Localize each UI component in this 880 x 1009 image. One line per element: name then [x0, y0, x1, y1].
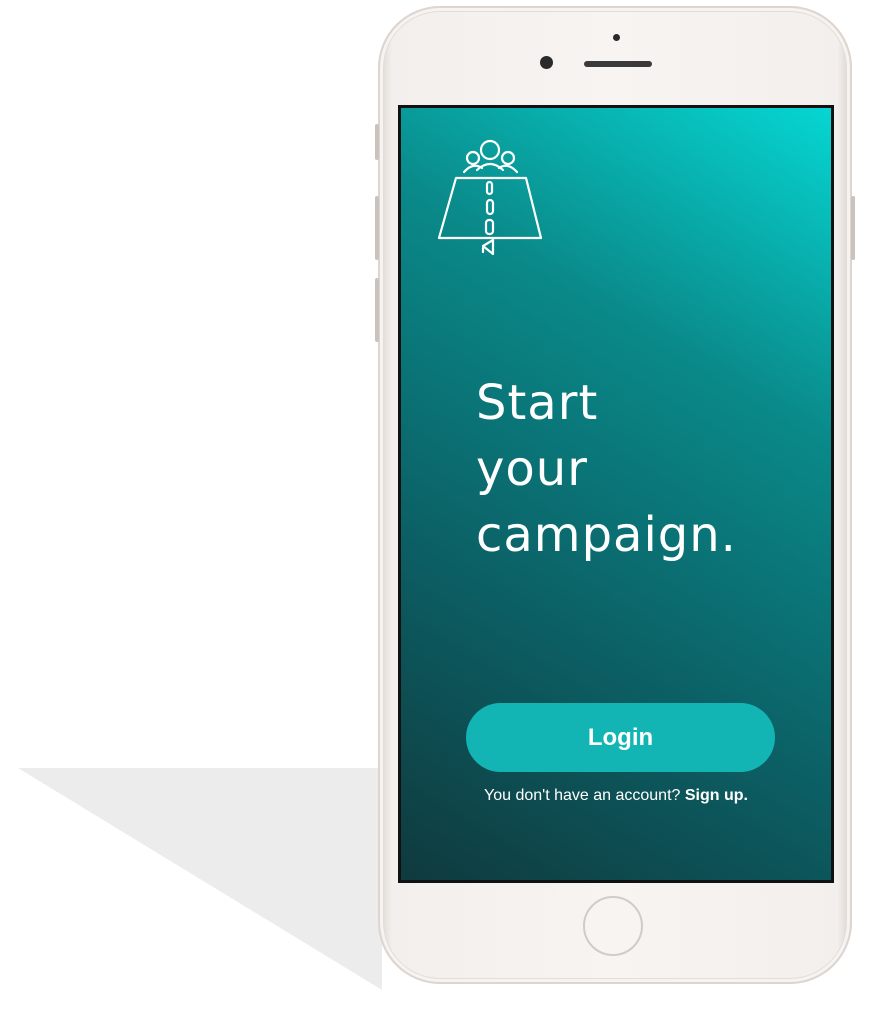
campaign-road-icon — [437, 139, 543, 256]
signup-prompt: You don't have an account? Sign up. — [401, 786, 831, 806]
signup-link[interactable]: Sign up. — [685, 787, 748, 804]
power-button — [851, 196, 855, 260]
splash-screen: Start your campaign. Login You don't hav… — [401, 108, 831, 880]
phone-frame: Start your campaign. Login You don't hav… — [375, 6, 855, 984]
proximity-sensor — [613, 34, 620, 41]
headline-line-2: your — [476, 441, 588, 497]
mockup-stage: Start your campaign. Login You don't hav… — [0, 0, 880, 1009]
headline-line-1: Start — [476, 375, 599, 431]
login-button[interactable]: Login — [466, 703, 775, 772]
headline-line-3: campaign. — [476, 507, 737, 563]
home-button[interactable] — [583, 896, 643, 956]
phone-screen: Start your campaign. Login You don't hav… — [398, 105, 834, 883]
signup-prompt-text: You don't have an account? — [484, 787, 685, 804]
earpiece-speaker — [584, 61, 652, 67]
volume-down-button — [375, 278, 379, 342]
mute-switch — [375, 124, 379, 160]
headline: Start your campaign. — [476, 370, 737, 568]
volume-up-button — [375, 196, 379, 260]
front-camera — [540, 56, 553, 69]
